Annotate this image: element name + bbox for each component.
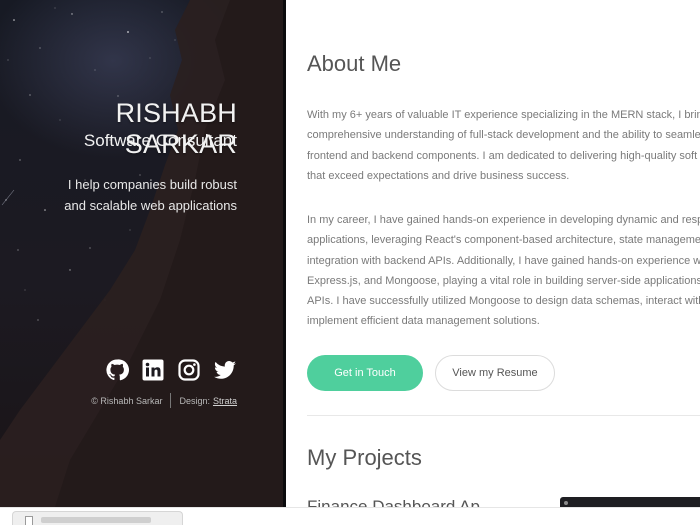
hero-tagline-line-2: and scalable web applications xyxy=(64,198,237,213)
copyright-text: © Rishabh Sarkar xyxy=(91,395,163,406)
main-content: About Me With my 6+ years of valuable IT… xyxy=(307,0,700,507)
get-in-touch-button[interactable]: Get in Touch xyxy=(307,355,423,391)
hero-tagline-line-1: I help companies build robust xyxy=(67,177,237,192)
github-icon[interactable] xyxy=(105,358,129,382)
panel-divider xyxy=(283,0,286,507)
download-item[interactable] xyxy=(12,511,183,525)
hero-footer: © Rishabh Sarkar Design: Strata xyxy=(91,393,237,408)
hero-role: Software Consultant xyxy=(83,131,237,150)
hero-tagline: I help companies build robust and scalab… xyxy=(37,174,237,216)
rock-silhouette xyxy=(0,0,283,507)
about-paragraph-1: With my 6+ years of valuable IT experien… xyxy=(307,105,700,186)
about-p2-line: In my career, I have gained hands-on exp… xyxy=(307,214,700,226)
projects-heading: My Projects xyxy=(307,445,422,470)
about-p2-line: integration with backend APIs. Additiona… xyxy=(307,254,700,267)
design-credit-label: Design: xyxy=(179,395,210,406)
thumbnail-window-dot xyxy=(564,500,568,505)
about-p2-line: implement efficient data management solu… xyxy=(307,315,540,328)
section-divider xyxy=(307,415,700,416)
about-p1-line: With my 6+ years of valuable IT experien… xyxy=(307,109,700,121)
about-p2-line: Express.js, and Mongoose, playing a vita… xyxy=(307,274,700,287)
linkedin-icon[interactable] xyxy=(141,358,165,382)
about-paragraph-2: In my career, I have gained hands-on exp… xyxy=(307,210,700,332)
social-links xyxy=(105,358,237,382)
about-heading: About Me xyxy=(307,51,402,76)
file-icon xyxy=(25,516,33,525)
twitter-icon[interactable] xyxy=(213,358,237,382)
about-p2-line: applications, leveraging React's compone… xyxy=(307,234,700,247)
download-bar xyxy=(0,507,700,525)
project-title[interactable]: Finance Dashboard Ap xyxy=(307,497,480,507)
about-p1-line: that exceed expectations and drive busin… xyxy=(307,169,570,182)
download-item-name xyxy=(41,517,151,523)
about-p1-line: comprehensive understanding of full-stac… xyxy=(307,129,700,142)
footer-divider xyxy=(170,393,172,408)
about-p2-line: APIs. I have successfully utilized Mongo… xyxy=(307,295,700,308)
strata-link[interactable]: Strata xyxy=(213,396,237,406)
view-resume-button[interactable]: View my Resume xyxy=(435,355,555,391)
instagram-icon[interactable] xyxy=(177,358,201,382)
hero-panel: RISHABH SARKAR Software Consultant I hel… xyxy=(0,0,283,507)
about-p1-line: frontend and backend components. I am de… xyxy=(307,149,698,162)
